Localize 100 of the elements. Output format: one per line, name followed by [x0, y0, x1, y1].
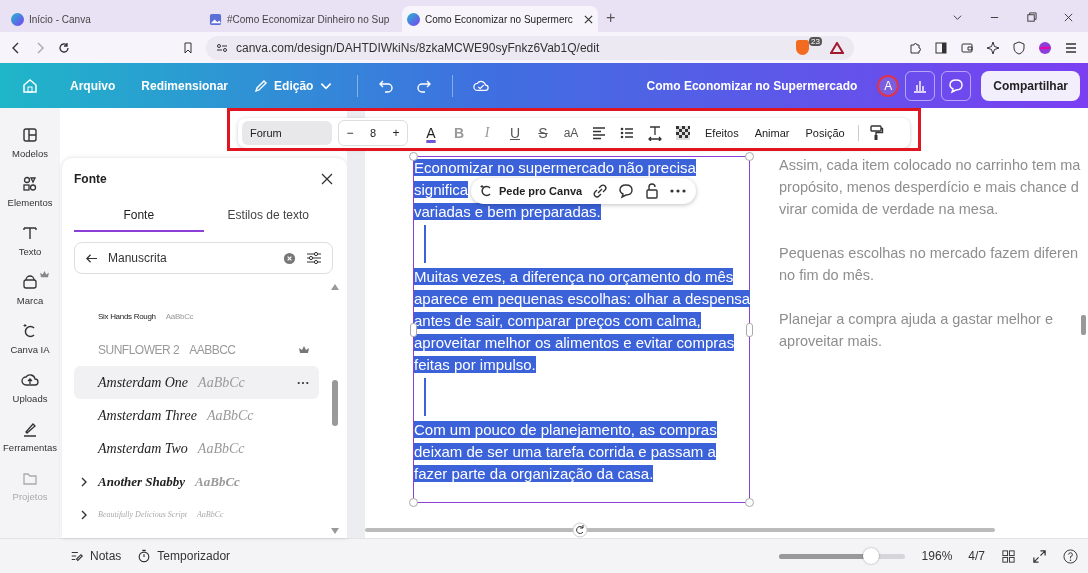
- new-tab-button[interactable]: +: [606, 9, 616, 27]
- decrease-button[interactable]: −: [341, 126, 359, 140]
- more-icon[interactable]: [670, 189, 687, 193]
- browser-tab[interactable]: #Como Economizar Dinheiro no Sup: [204, 6, 400, 32]
- shield-icon[interactable]: [1012, 40, 1026, 55]
- link-icon[interactable]: [592, 183, 609, 199]
- tab-title: #Como Economizar Dinheiro no Sup: [227, 13, 391, 25]
- browser-tab[interactable]: Como Economizar no Supermerc: [402, 6, 598, 32]
- lock-icon[interactable]: [644, 183, 661, 199]
- font-list-item[interactable]: Amsterdam Three AaBbCc: [74, 399, 319, 432]
- font-list-item[interactable]: Amsterdam One AaBbCc: [74, 366, 319, 399]
- body-text: Assim, cada item colocado no carrinho tem ma: [779, 156, 1081, 175]
- sidebar-item[interactable]: Modelos: [1, 124, 59, 159]
- search-field[interactable]: Manuscrita: [74, 242, 333, 274]
- menu-icon[interactable]: [1064, 40, 1078, 55]
- comment-icon[interactable]: [941, 70, 972, 101]
- clear-icon[interactable]: [283, 251, 296, 265]
- font-dropdown[interactable]: Forum: [242, 121, 332, 145]
- sidebar-icon[interactable]: [934, 40, 948, 55]
- highlighted-text: Economizar no supermercado não precisa: [414, 159, 696, 176]
- sidebar-item[interactable]: Elementos: [1, 173, 59, 208]
- increase-button[interactable]: +: [387, 126, 405, 140]
- expand-icon[interactable]: [1032, 548, 1047, 564]
- grid-icon[interactable]: [1001, 548, 1016, 564]
- toolbar-button[interactable]: Animar: [749, 127, 795, 139]
- format-button[interactable]: A: [420, 122, 442, 144]
- timer-button[interactable]: Temporizador: [137, 549, 231, 563]
- site-settings-icon[interactable]: [216, 41, 228, 54]
- chevron-down-icon[interactable]: [952, 12, 963, 23]
- share-button[interactable]: Compartilhar: [981, 70, 1080, 101]
- notes-icon: [70, 549, 84, 563]
- spacing-icon[interactable]: [647, 125, 663, 141]
- address-field[interactable]: canva.com/design/DAHTDIWkiNs/8zkaMCWE90syFnkz6Vab1Q/edit 23: [206, 35, 854, 60]
- resize-handle[interactable]: [745, 152, 754, 161]
- highlighted-text: Muitas vezes, a diferença no orçamento do mês: [414, 268, 734, 285]
- font-list-item[interactable]: Six Hands Rough AaBbCc: [74, 300, 319, 333]
- zoom-level[interactable]: 196%: [921, 549, 953, 563]
- resize-handle[interactable]: [409, 152, 418, 161]
- restore-icon[interactable]: [1026, 12, 1037, 23]
- profile-icon[interactable]: [1038, 40, 1052, 55]
- font-list-item[interactable]: Amsterdam Two AaBbCc: [74, 432, 319, 465]
- chevron-right-icon: [80, 509, 88, 520]
- highlighted-text: antes de sair, comparar preços com calma,: [414, 312, 701, 329]
- bookmark-icon[interactable]: [182, 41, 194, 54]
- font-size-field[interactable]: 8: [361, 127, 385, 139]
- sidebar-item[interactable]: Canva IA: [1, 320, 59, 355]
- body-text: propósito, menos desperdício e mais chance d: [779, 178, 1080, 197]
- filter-icon[interactable]: [306, 250, 322, 266]
- format-button[interactable]: aA: [560, 122, 582, 144]
- timer-icon: [137, 549, 152, 563]
- bullet-list-icon[interactable]: [619, 125, 635, 141]
- scrollbar[interactable]: [365, 528, 995, 532]
- font-list-item[interactable]: Another Shabby AaBbCc: [74, 465, 319, 498]
- crown-icon: [299, 345, 309, 354]
- toolbar-button[interactable]: Efeitos: [700, 127, 744, 139]
- sidebar-item[interactable]: Ferramentas: [1, 418, 59, 453]
- resize-handle[interactable]: [745, 498, 754, 507]
- notes-button[interactable]: Notas: [70, 549, 122, 563]
- paint-roller-icon[interactable]: [867, 125, 884, 141]
- browser-tab[interactable]: Início - Canva: [6, 6, 202, 32]
- avatar[interactable]: A: [877, 74, 900, 97]
- sidebar-item[interactable]: Texto: [1, 222, 59, 257]
- transparency-icon[interactable]: [675, 125, 691, 141]
- format-button[interactable]: U: [504, 122, 526, 144]
- align-left-icon[interactable]: [591, 125, 607, 141]
- zoom-slider[interactable]: [777, 547, 906, 565]
- panel-tab[interactable]: Fonte: [74, 200, 204, 232]
- help-icon[interactable]: [1063, 548, 1078, 564]
- panel-tab[interactable]: Estilos de texto: [203, 200, 333, 232]
- toolbar-button[interactable]: Posição: [800, 127, 850, 139]
- sidebar-item[interactable]: Uploads: [1, 369, 59, 404]
- more-icon: [297, 380, 309, 385]
- puzzle-icon[interactable]: [908, 40, 922, 55]
- triangle-icon[interactable]: [830, 41, 844, 54]
- rotate-icon[interactable]: [572, 522, 588, 538]
- format-button[interactable]: S: [532, 122, 554, 144]
- scroll-down-icon[interactable]: [331, 528, 339, 534]
- menu-button[interactable]: Edição: [246, 72, 342, 99]
- document-title[interactable]: Como Economizar no Supermercado: [646, 78, 858, 93]
- scroll-handle[interactable]: [1081, 315, 1086, 335]
- resize-handle[interactable]: [746, 323, 753, 337]
- tab-title: Início - Canva: [29, 13, 92, 25]
- close-icon[interactable]: [584, 14, 593, 24]
- scroll-up-icon[interactable]: [331, 284, 339, 290]
- close-icon[interactable]: [1063, 12, 1074, 23]
- ask-canva-button[interactable]: Pede pro Canva: [479, 184, 583, 198]
- wallet-icon[interactable]: [960, 40, 974, 55]
- chart-icon[interactable]: [905, 70, 936, 101]
- highlighted-text: fazer parte da organização da casa.: [414, 465, 654, 482]
- pencil-icon: [254, 78, 269, 93]
- body-text: Planejar a compra ajuda a gastar melhor e: [779, 310, 1055, 329]
- close-icon[interactable]: [321, 173, 333, 185]
- add-comment-icon[interactable]: [618, 183, 635, 199]
- highlighted-text: significa: [414, 181, 469, 198]
- sidebar-item[interactable]: Marca: [1, 271, 59, 306]
- page-counter[interactable]: 4/7: [968, 549, 985, 563]
- reload-icon[interactable]: [58, 41, 70, 54]
- resize-handle[interactable]: [409, 498, 418, 507]
- sparkle-icon[interactable]: [986, 40, 1000, 55]
- scroll-thumb[interactable]: [332, 380, 338, 426]
